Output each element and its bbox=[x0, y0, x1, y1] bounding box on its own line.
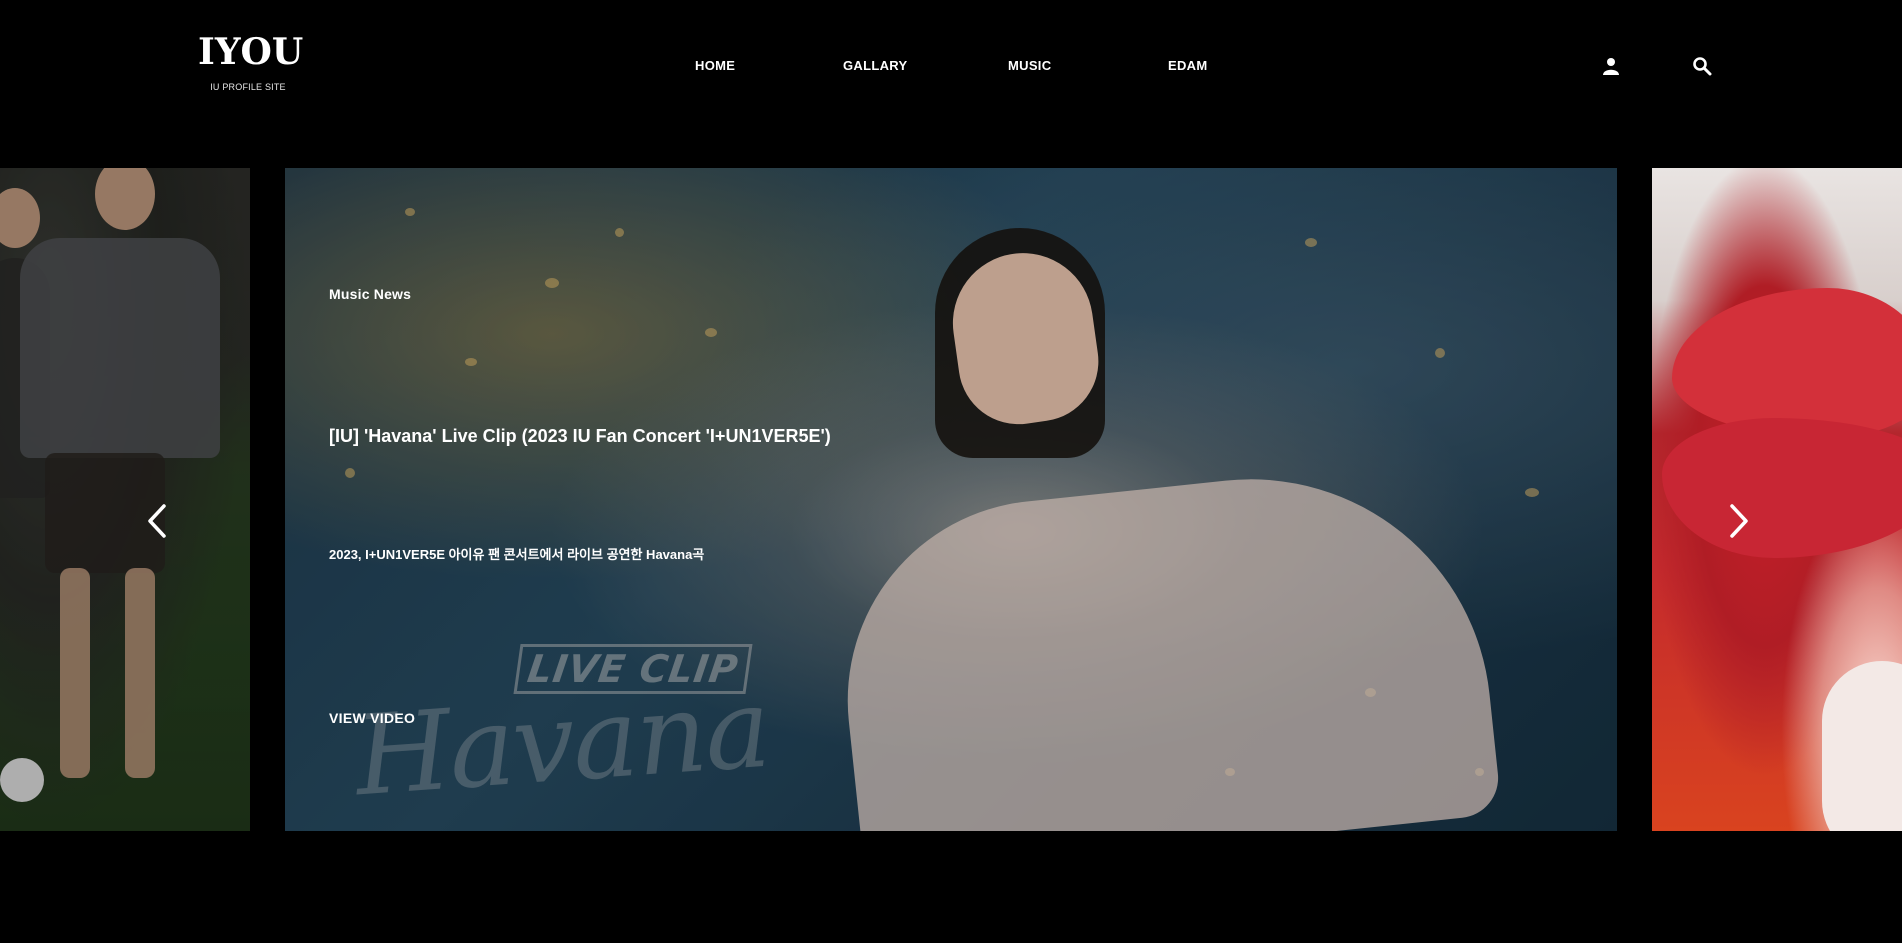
slide-dim-overlay bbox=[285, 168, 1617, 831]
site-header: IYOU IU PROFILE SITE HOME GALLARY MUSIC … bbox=[0, 0, 1902, 168]
view-video-link[interactable]: VIEW VIDEO bbox=[329, 710, 415, 726]
slide-category: Music News bbox=[329, 286, 412, 302]
nav-item-music[interactable]: MUSIC bbox=[1008, 58, 1051, 73]
slide-dim-overlay bbox=[0, 168, 250, 831]
fingertip-shape bbox=[1822, 661, 1902, 831]
nav-item-gallary[interactable]: GALLARY bbox=[843, 58, 907, 73]
page: IYOU IU PROFILE SITE HOME GALLARY MUSIC … bbox=[0, 0, 1902, 943]
slide-active[interactable]: LIVE CLIP Havana Music News [IU] 'Havana… bbox=[285, 168, 1617, 831]
slide-description: 2023, I+UN1VER5E 아이유 팬 콘서트에서 라이브 공연한 Hav… bbox=[329, 547, 705, 562]
lips-shape bbox=[1662, 418, 1902, 558]
nav-item-home[interactable]: HOME bbox=[695, 58, 735, 73]
logo-subtitle: IU PROFILE SITE bbox=[210, 82, 286, 92]
slide-previous[interactable] bbox=[0, 168, 250, 831]
chevron-left-icon[interactable] bbox=[140, 500, 174, 542]
user-icon[interactable] bbox=[1601, 56, 1621, 76]
lips-shape bbox=[1672, 288, 1902, 438]
search-icon[interactable] bbox=[1692, 56, 1712, 76]
nav-item-edam[interactable]: EDAM bbox=[1168, 58, 1207, 73]
slide-headline: [IU] 'Havana' Live Clip (2023 IU Fan Con… bbox=[329, 426, 831, 446]
chevron-right-icon[interactable] bbox=[1722, 500, 1756, 542]
slide-next[interactable] bbox=[1652, 168, 1902, 831]
